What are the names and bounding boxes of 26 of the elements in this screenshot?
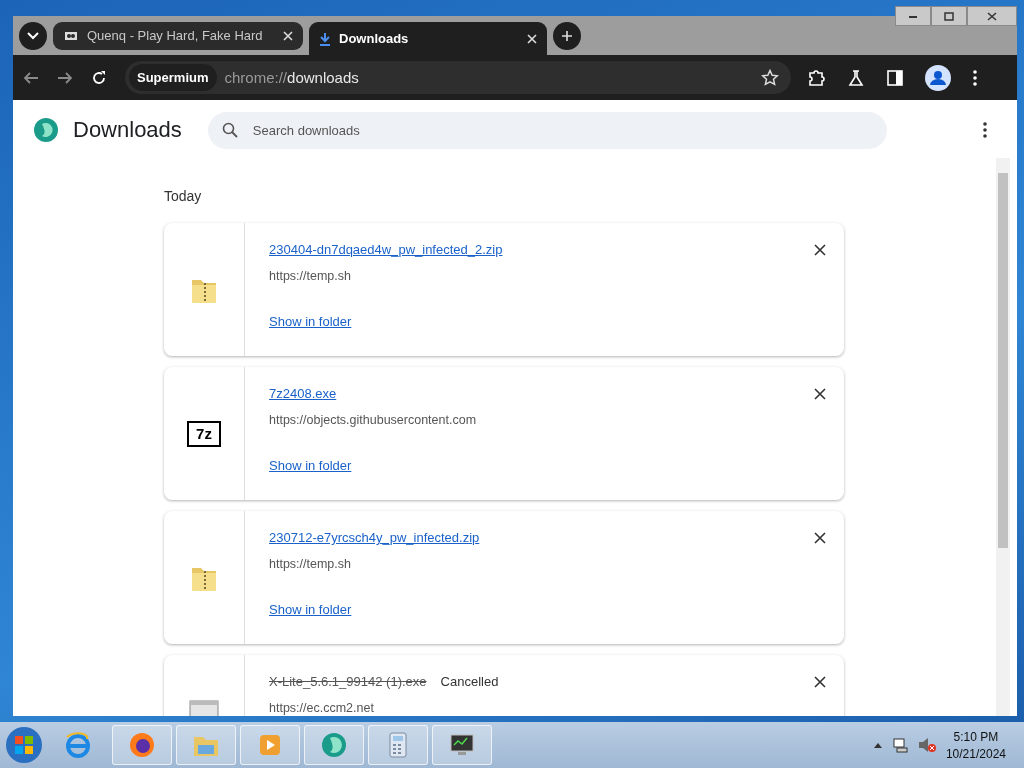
browser-tab[interactable]: Quenq - Play Hard, Fake Hard (53, 21, 303, 50)
source-url: https://temp.sh (269, 557, 351, 571)
show-in-folder-link[interactable]: Show in folder (269, 602, 352, 617)
clock[interactable]: 5:10 PM 10/21/2024 (945, 729, 1006, 761)
url-text: chrome://downloads (224, 69, 360, 86)
source-url: https://temp.sh (269, 269, 351, 283)
download-status: Cancelled (440, 674, 499, 689)
site-chip[interactable]: Supermium (129, 64, 217, 91)
address-bar[interactable]: Supermium chrome://downloads (125, 61, 791, 94)
clock-time: 5:10 PM (953, 729, 999, 744)
file-name: X-Lite_5.6.1_99142 (1).exe (269, 674, 427, 689)
tab-title: Quenq - Play Hard, Fake Hard (87, 28, 264, 43)
tab-title: Downloads (339, 31, 410, 46)
source-url: https://ec.ccm2.net (269, 701, 374, 715)
source-url: https://objects.githubusercontent.com (269, 413, 477, 427)
file-link[interactable]: 7z2408.exe (269, 386, 337, 401)
search-field[interactable]: Search downloads (207, 111, 887, 149)
file-link[interactable]: 230404-dn7dqaed4w_pw_infected_2.zip (269, 242, 503, 257)
clock-date: 10/21/2024 (945, 746, 1006, 761)
page-title: Downloads (73, 117, 182, 143)
archive-app-icon: 7z (187, 420, 221, 447)
section-heading: Today (164, 188, 203, 204)
show-in-folder-link[interactable]: Show in folder (269, 458, 352, 473)
show-in-folder-link[interactable]: Show in folder (269, 314, 352, 329)
browser-tab[interactable]: Downloads (309, 22, 547, 55)
file-link[interactable]: 230712-e7yrcsch4y_pw_infected.zip (269, 530, 480, 545)
